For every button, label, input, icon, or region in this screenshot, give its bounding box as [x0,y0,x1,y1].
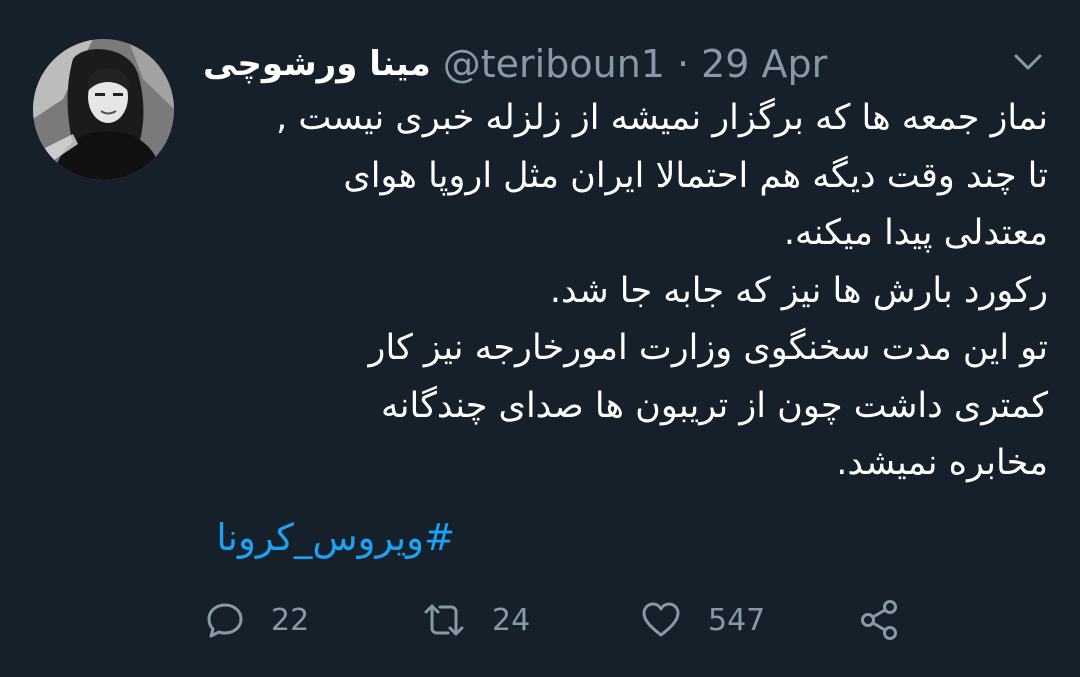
like-count: 547 [708,602,766,638]
reply-count: 22 [271,602,310,638]
share-icon [861,600,897,640]
separator-dot: · [676,42,690,86]
user-handle[interactable]: @teriboun1 [443,42,665,86]
tweet-date[interactable]: 29 Apr [701,42,827,86]
display-name[interactable]: مینا ورشوچی [203,44,431,84]
tweet-text-line: معتدلی پیدا میکنه. [783,213,1048,253]
tweet-text-line: نماز جمعه ها که برگزار نمیشه از زلزله خب… [276,98,1048,138]
like-button[interactable]: 547 [640,595,765,645]
hashtag-link[interactable]: #ویروس_کرونا [216,516,455,559]
retweet-button[interactable]: 24 [422,595,530,645]
share-button[interactable] [858,595,928,645]
tweet-text-line: تو این مدت سخنگوی وزارت امورخارجه نیز کا… [368,328,1048,368]
heart-icon [642,602,680,637]
tweet-text-line: رکورد بارش ها نیز که جابه جا شد. [549,270,1048,311]
avatar[interactable] [33,39,174,180]
chevron-down-icon[interactable] [1010,44,1046,80]
tweet-header: مینا ورشوچی @teriboun1 · 29 Apr [203,38,827,90]
tweet-text: نماز جمعه ها که برگزار نمیشه از زلزله خب… [200,90,1048,493]
retweet-icon [424,604,464,636]
reply-icon [207,603,243,638]
tweet[interactable]: مینا ورشوچی @teriboun1 · 29 Apr نماز جمع… [0,0,1080,677]
tweet-actions: 22 24 547 [0,595,1080,645]
retweet-count: 24 [492,602,531,638]
tweet-text-line: تا چند وقت دیگه هم احتمالا ایران مثل ارو… [343,155,1048,196]
tweet-text-line: کمتری داشت چون از تریبون ها صدای چندگانه [381,385,1048,426]
reply-button[interactable]: 22 [205,595,309,645]
tweet-text-line: مخابره نمیشد. [836,443,1048,483]
